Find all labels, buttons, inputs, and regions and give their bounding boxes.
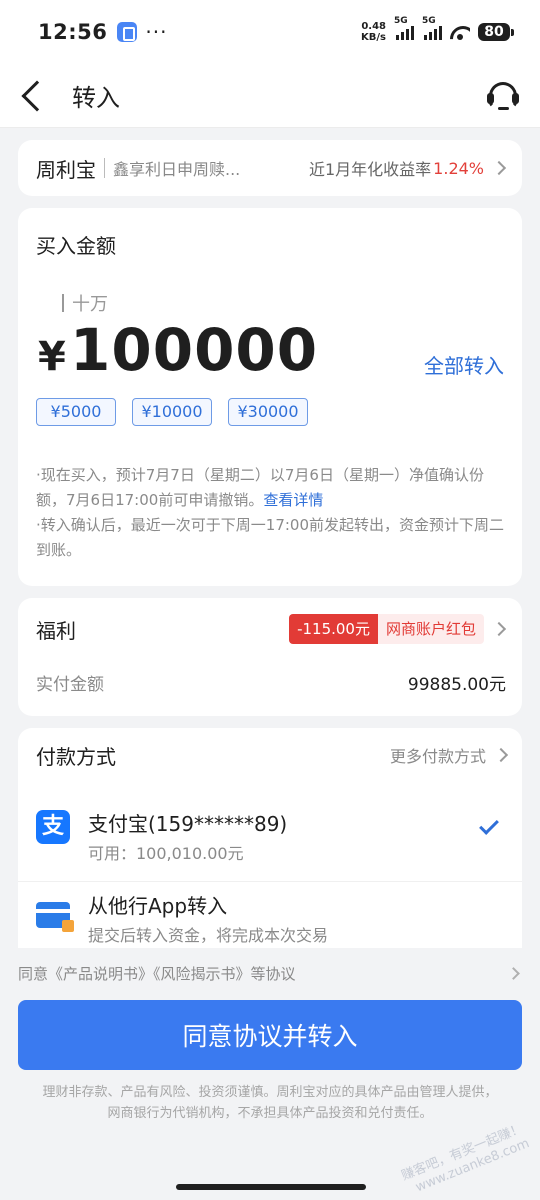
- network-speed-value: 0.48: [361, 21, 386, 32]
- payment-option-balance: 可用：100,010.00元: [88, 844, 244, 863]
- agreement-row[interactable]: 同意《产品说明书》《风险揭示书》等协议: [18, 960, 522, 986]
- disclaimer-line-1: 理财非存款、产品有风险、投资须谨慎。周利宝对应的具体产品由管理人提供，: [42, 1085, 498, 1100]
- payment-option-alipay[interactable]: 支 支付宝(159******89) 可用：100,010.00元: [18, 796, 522, 882]
- home-indicator[interactable]: [176, 1184, 366, 1190]
- chevron-right-icon: [507, 966, 520, 980]
- notice-line-1: ·现在买入，预计7月7日（星期二）以7月6日（星期一）净值确认份额，7月6日17…: [36, 466, 484, 509]
- quick-amount-chip[interactable]: ¥5000: [36, 398, 116, 426]
- notification-app-icon: [117, 22, 138, 42]
- payment-option-other-bank[interactable]: 从他行App转入 提交后转入资金，将完成本次交易: [18, 882, 522, 948]
- bank-card-icon: [36, 902, 74, 932]
- paid-amount-value: 99885.00元: [407, 675, 506, 695]
- payment-title: 付款方式: [36, 744, 116, 769]
- welfare-label: 福利: [36, 618, 76, 643]
- purchase-notice: ·现在买入，预计7月7日（星期二）以7月6日（星期一）净值确认份额，7月6日17…: [36, 463, 506, 563]
- agree-and-transfer-button[interactable]: 同意协议并转入: [18, 1000, 522, 1070]
- quick-amount-chips: ¥5000 ¥10000 ¥30000: [36, 398, 308, 426]
- alipay-icon: 支: [36, 810, 70, 844]
- signal-label-2: 5G: [422, 16, 436, 26]
- payment-header: 付款方式 更多付款方式: [36, 740, 509, 770]
- paid-amount-row: 实付金额 99885.00元: [36, 670, 506, 695]
- watermark: 赚客吧，有奖一起赚！ www.zuanke8.com: [399, 1121, 532, 1199]
- signal-icon-2: 5G: [422, 16, 442, 40]
- wifi-icon: [450, 24, 470, 40]
- battery-icon: 80: [478, 23, 514, 41]
- status-time: 12:56: [38, 20, 108, 44]
- amount-card: 买入金额 十万 ¥ 100000 全部转入 ¥5000 ¥10000 ¥3000…: [18, 208, 522, 586]
- amount-unit-text: 十万: [72, 294, 108, 315]
- payment-card: 付款方式 更多付款方式 支 支付宝(159******89) 可用：100,01…: [18, 728, 522, 948]
- check-icon: [479, 815, 499, 835]
- payment-option-title: 支付宝(159******89): [88, 812, 288, 836]
- payment-option-title: 从他行App转入: [88, 894, 228, 918]
- coupon-badge[interactable]: -115.00元 网商账户红包: [289, 614, 484, 644]
- signal-icon-1: 5G: [394, 16, 414, 40]
- amount-title: 买入金额: [36, 234, 116, 258]
- paid-amount-label: 实付金额: [36, 675, 104, 695]
- coupon-name: 网商账户红包: [377, 614, 484, 644]
- back-icon[interactable]: [21, 79, 53, 112]
- more-notifications-icon: ···: [145, 20, 168, 44]
- chevron-right-icon: [491, 160, 507, 176]
- coupon-amount: -115.00元: [289, 614, 378, 644]
- welfare-card: 福利 -115.00元 网商账户红包 实付金额 99885.00元: [18, 598, 522, 716]
- more-payment-methods-link[interactable]: 更多付款方式: [390, 743, 486, 767]
- signal-label-1: 5G: [394, 16, 408, 26]
- agreement-text: 同意《产品说明书》《风险揭示书》等协议: [18, 964, 296, 983]
- disclaimer-line-2: 网商银行为代销机构，不承担具体产品投资和兑付责任。: [107, 1106, 433, 1121]
- transfer-all-button[interactable]: 全部转入: [424, 350, 504, 379]
- chevron-right-icon: [491, 621, 507, 637]
- product-description: 鑫享利日申周赎...: [113, 160, 241, 179]
- amount-input[interactable]: 100000: [70, 316, 318, 384]
- status-bar: 12:56 ··· 0.48 KB/s 5G 5G 80: [0, 0, 540, 64]
- product-name: 周利宝: [36, 157, 96, 182]
- rate-value: 1.24%: [433, 158, 484, 178]
- network-speed-unit: KB/s: [361, 32, 386, 43]
- product-card[interactable]: 周利宝 鑫享利日申周赎... 近1月年化收益率 1.24%: [18, 140, 522, 196]
- chevron-right-icon: [493, 747, 509, 763]
- quick-amount-chip[interactable]: ¥10000: [132, 398, 212, 426]
- network-speed: 0.48 KB/s: [361, 21, 386, 43]
- notice-line-2: ·转入确认后，最近一次可于下周一17:00前发起转出，资金预计下周二到账。: [36, 516, 504, 559]
- currency-symbol: ¥: [38, 334, 66, 380]
- risk-disclaimer: 理财非存款、产品有风险、投资须谨慎。周利宝对应的具体产品由管理人提供， 网商银行…: [18, 1082, 522, 1124]
- payment-option-description: 提交后转入资金，将完成本次交易: [88, 926, 329, 945]
- welfare-row[interactable]: 福利 -115.00元 网商账户红包: [36, 614, 507, 644]
- view-details-link[interactable]: 查看详情: [263, 491, 323, 509]
- page-title: 转入: [72, 84, 120, 112]
- navbar: 转入: [0, 64, 540, 128]
- status-indicators: 0.48 KB/s 5G 5G 80: [361, 16, 514, 43]
- amount-unit-hint: 十万: [62, 290, 108, 316]
- quick-amount-chip[interactable]: ¥30000: [228, 398, 308, 426]
- rate-label: 近1月年化收益率: [308, 160, 432, 179]
- customer-service-icon[interactable]: [486, 79, 520, 113]
- divider: [104, 158, 105, 178]
